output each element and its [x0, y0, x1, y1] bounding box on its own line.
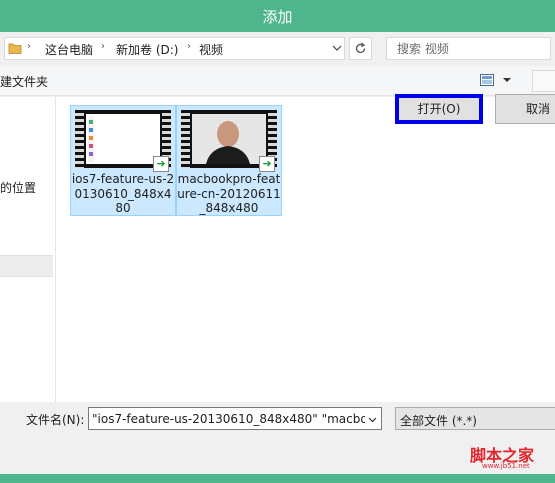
breadcrumb-separator: ›	[27, 41, 31, 52]
person-thumbnail	[192, 114, 266, 164]
file-dialog: › 这台电脑 › 新加卷 (D:) › 视频 建文件夹 的位置	[0, 32, 555, 474]
search-box[interactable]	[386, 37, 551, 60]
refresh-button[interactable]	[349, 37, 372, 60]
filename-field[interactable]	[88, 407, 382, 430]
file-item[interactable]: ➜ ios7-feature-us-20130610_848x480	[70, 105, 176, 216]
search-input[interactable]	[387, 38, 550, 59]
more-options-button[interactable]	[532, 70, 555, 92]
folder-icon	[8, 43, 22, 54]
open-button[interactable]: 打开(O)	[395, 94, 483, 124]
change-view-icon[interactable]	[480, 74, 494, 86]
file-item[interactable]: ➜ macbookpro-feature-cn-20120611_848x480	[176, 105, 282, 216]
breadcrumb-separator: ›	[187, 41, 191, 52]
breadcrumb-this-pc[interactable]: 这台电脑	[45, 41, 93, 58]
nav-item-locations[interactable]: 的位置	[0, 179, 36, 196]
chevron-down-icon[interactable]	[332, 43, 342, 53]
video-thumbnail: ➜	[181, 110, 277, 172]
file-list[interactable]: ➜ ios7-feature-us-20130610_848x480 ➜ mac…	[56, 97, 555, 402]
file-name: ios7-feature-us-20130610_848x480	[71, 172, 175, 215]
breadcrumb-drive-d[interactable]: 新加卷 (D:)	[116, 41, 178, 58]
navigation-pane[interactable]: 的位置	[0, 97, 56, 402]
filename-input[interactable]	[89, 408, 365, 429]
breadcrumb-videos[interactable]: 视频	[199, 41, 223, 58]
window-title: 添加	[262, 8, 293, 26]
file-name: macbookpro-feature-cn-20120611_848x480	[177, 172, 281, 215]
filetype-value: 全部文件 (*.*)	[400, 414, 477, 428]
shortcut-arrow-icon: ➜	[153, 156, 169, 172]
watermark-url: www.jb51.net	[482, 462, 530, 470]
toolbar: 建文件夹	[0, 66, 555, 96]
breadcrumb-separator: ›	[101, 41, 105, 52]
watermark-logo: 脚本之家 www.jb51.net	[468, 442, 555, 474]
new-folder-button[interactable]: 建文件夹	[0, 73, 48, 90]
filetype-select[interactable]: 全部文件 (*.*)	[395, 407, 555, 430]
chevron-down-icon[interactable]	[368, 415, 377, 424]
view-dropdown-icon[interactable]	[503, 76, 511, 84]
refresh-icon	[355, 42, 366, 54]
shortcut-arrow-icon: ➜	[259, 156, 275, 172]
cancel-button[interactable]: 取消	[495, 94, 555, 124]
title-bar: 添加	[0, 0, 555, 32]
address-bar[interactable]: › 这台电脑 › 新加卷 (D:) › 视频	[4, 37, 345, 60]
window-bottom-edge	[0, 474, 555, 483]
filename-label: 文件名(N):	[26, 413, 85, 427]
video-thumbnail: ➜	[75, 110, 171, 172]
nav-selected-item[interactable]	[0, 255, 53, 277]
ios-screen-thumbnail	[86, 114, 160, 164]
